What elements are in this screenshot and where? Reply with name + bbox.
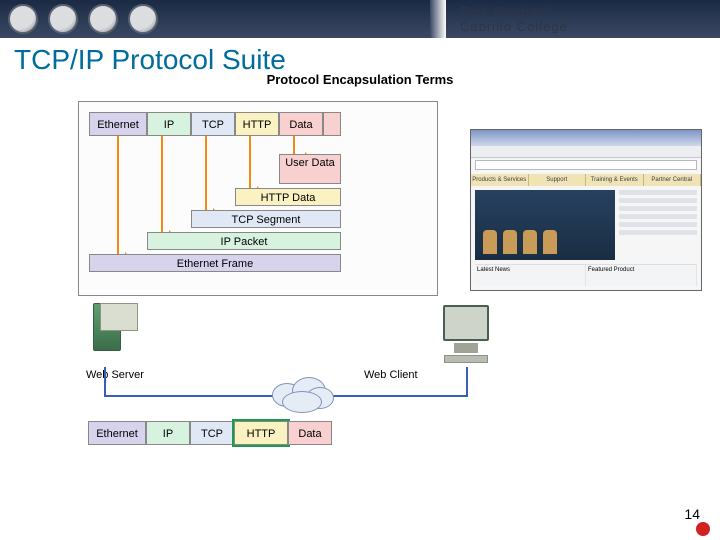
- diagram-stage: Ethernet IP TCP HTTP Data User Data HTTP…: [8, 87, 708, 527]
- author-block: Rick Graziani Cabrillo College: [430, 0, 720, 38]
- internet-cloud-icon: [266, 375, 338, 415]
- proto-tcp: TCP: [191, 112, 235, 136]
- slide-title: TCP/IP Protocol Suite: [0, 38, 720, 76]
- hero-image: [475, 190, 615, 260]
- web-server-icon: [80, 303, 134, 367]
- banner-graphic: [0, 0, 430, 38]
- web-client-icon: [432, 305, 500, 367]
- web-browser-screenshot: Products & Services Support Training & E…: [470, 129, 702, 291]
- proto-data: Data: [288, 421, 332, 445]
- author-name: Rick Graziani: [460, 4, 720, 19]
- slide-number: 14: [684, 506, 700, 522]
- browser-addressbar: [475, 160, 697, 170]
- person-icon: [523, 230, 537, 254]
- site-footer: Latest News Featured Product: [475, 264, 697, 286]
- label-ip-packet: IP Packet: [147, 232, 341, 250]
- proto-ip: IP: [146, 421, 190, 445]
- label-user-data: User Data: [279, 154, 341, 184]
- label-http-data: HTTP Data: [235, 188, 341, 206]
- footer-col: Featured Product: [586, 265, 697, 286]
- protocol-header-row: Ethernet IP TCP HTTP Data: [89, 112, 341, 136]
- hero-sidebar: [619, 190, 697, 260]
- person-icon: [543, 230, 557, 254]
- slide-banner: Rick Graziani Cabrillo College: [0, 0, 720, 38]
- encapsulation-diagram: Ethernet IP TCP HTTP Data User Data HTTP…: [78, 101, 438, 296]
- proto-tcp: TCP: [190, 421, 234, 445]
- label-ethernet-frame: Ethernet Frame: [89, 254, 341, 272]
- site-tab: Support: [529, 174, 587, 186]
- site-hero-area: [471, 186, 701, 264]
- recording-indicator-icon: [696, 522, 710, 536]
- web-client-label: Web Client: [364, 369, 418, 381]
- site-tab: Products & Services: [471, 174, 529, 186]
- proto-trailer: [323, 112, 341, 136]
- label-tcp-segment: TCP Segment: [191, 210, 341, 228]
- proto-ethernet: Ethernet: [88, 421, 146, 445]
- banner-fade: [430, 0, 446, 38]
- proto-ethernet: Ethernet: [89, 112, 147, 136]
- gear-icon: [128, 4, 158, 34]
- person-icon: [503, 230, 517, 254]
- gear-icon: [88, 4, 118, 34]
- gear-icon: [8, 4, 38, 34]
- web-server-label: Web Server: [86, 369, 144, 381]
- gear-icon: [48, 4, 78, 34]
- encap-arrow: [249, 136, 263, 194]
- encap-arrow: [161, 136, 175, 238]
- encap-arrow: [205, 136, 219, 216]
- proto-http-highlight: HTTP: [234, 421, 288, 445]
- encap-arrow: [117, 136, 131, 260]
- person-icon: [483, 230, 497, 254]
- author-org: Cabrillo College: [460, 19, 720, 34]
- browser-titlebar: [471, 130, 701, 146]
- site-tab: Partner Central: [644, 174, 702, 186]
- proto-data: Data: [279, 112, 323, 136]
- protocol-row-transit: Ethernet IP TCP HTTP Data: [88, 421, 332, 445]
- footer-col: Latest News: [475, 265, 586, 286]
- site-nav-tabs: Products & Services Support Training & E…: [471, 174, 701, 186]
- site-tab: Training & Events: [586, 174, 644, 186]
- proto-http: HTTP: [235, 112, 279, 136]
- browser-menubar: [471, 146, 701, 158]
- proto-ip: IP: [147, 112, 191, 136]
